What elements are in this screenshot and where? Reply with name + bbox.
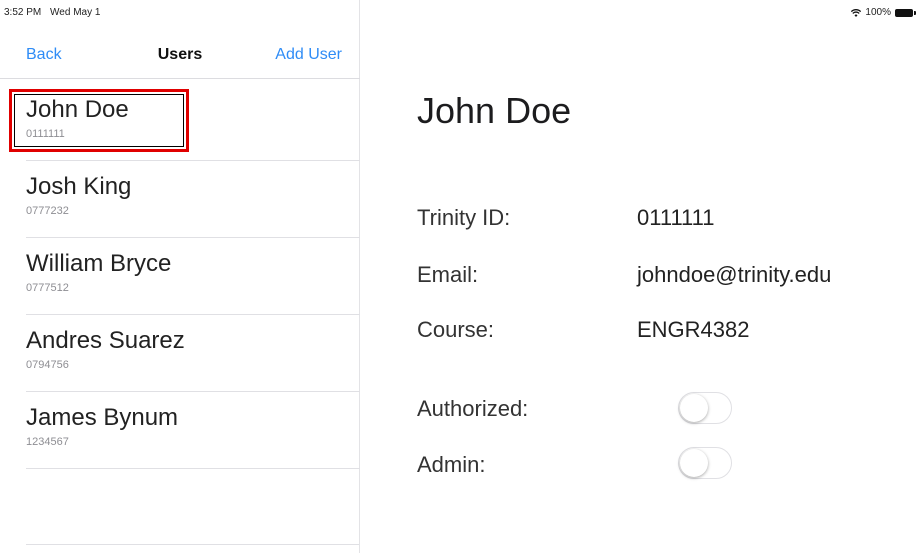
user-name: Josh King	[26, 173, 132, 200]
toggle-knob	[680, 394, 708, 422]
user-row-william-bryce[interactable]: William Bryce 0777512	[0, 238, 360, 315]
email-value: johndoe@trinity.edu	[637, 262, 832, 287]
admin-label: Admin:	[417, 452, 486, 477]
user-row-josh-king[interactable]: Josh King 0777232	[0, 161, 360, 238]
add-user-button[interactable]: Add User	[275, 46, 342, 64]
user-row-andres-suarez[interactable]: Andres Suarez 0794756	[0, 315, 360, 392]
user-id: 1234567	[26, 436, 69, 448]
user-id: 0777232	[26, 205, 69, 217]
detail-title: John Doe	[417, 90, 572, 131]
trinity-id-value: 0111111	[637, 205, 715, 230]
master-pane: Back Users Add User John Doe 0111111 Jos…	[0, 0, 360, 553]
user-row-john-doe[interactable]: John Doe 0111111	[0, 84, 360, 161]
user-name: William Bryce	[26, 250, 172, 277]
email-label: Email:	[417, 262, 479, 287]
authorized-toggle[interactable]	[678, 392, 732, 424]
user-name: John Doe	[26, 96, 129, 123]
detail-pane: John Doe Trinity ID: 0111111 Email: john…	[361, 0, 921, 553]
toggle-knob	[680, 449, 708, 477]
user-id: 0777512	[26, 282, 69, 294]
course-label: Course:	[417, 317, 495, 342]
user-row-james-bynum[interactable]: James Bynum 1234567	[0, 392, 360, 469]
user-id: 0111111	[26, 128, 65, 140]
course-value: ENGR4382	[637, 317, 750, 342]
trinity-id-label: Trinity ID:	[417, 205, 511, 230]
user-id: 0794756	[26, 359, 69, 371]
list-divider	[26, 544, 359, 545]
user-list: John Doe 0111111 Josh King 0777232 Willi…	[0, 84, 360, 469]
authorized-label: Authorized:	[417, 396, 529, 421]
user-name: James Bynum	[26, 404, 179, 431]
admin-toggle[interactable]	[678, 447, 732, 479]
user-name: Andres Suarez	[26, 327, 185, 354]
nav-bar: Back Users Add User	[0, 34, 360, 79]
